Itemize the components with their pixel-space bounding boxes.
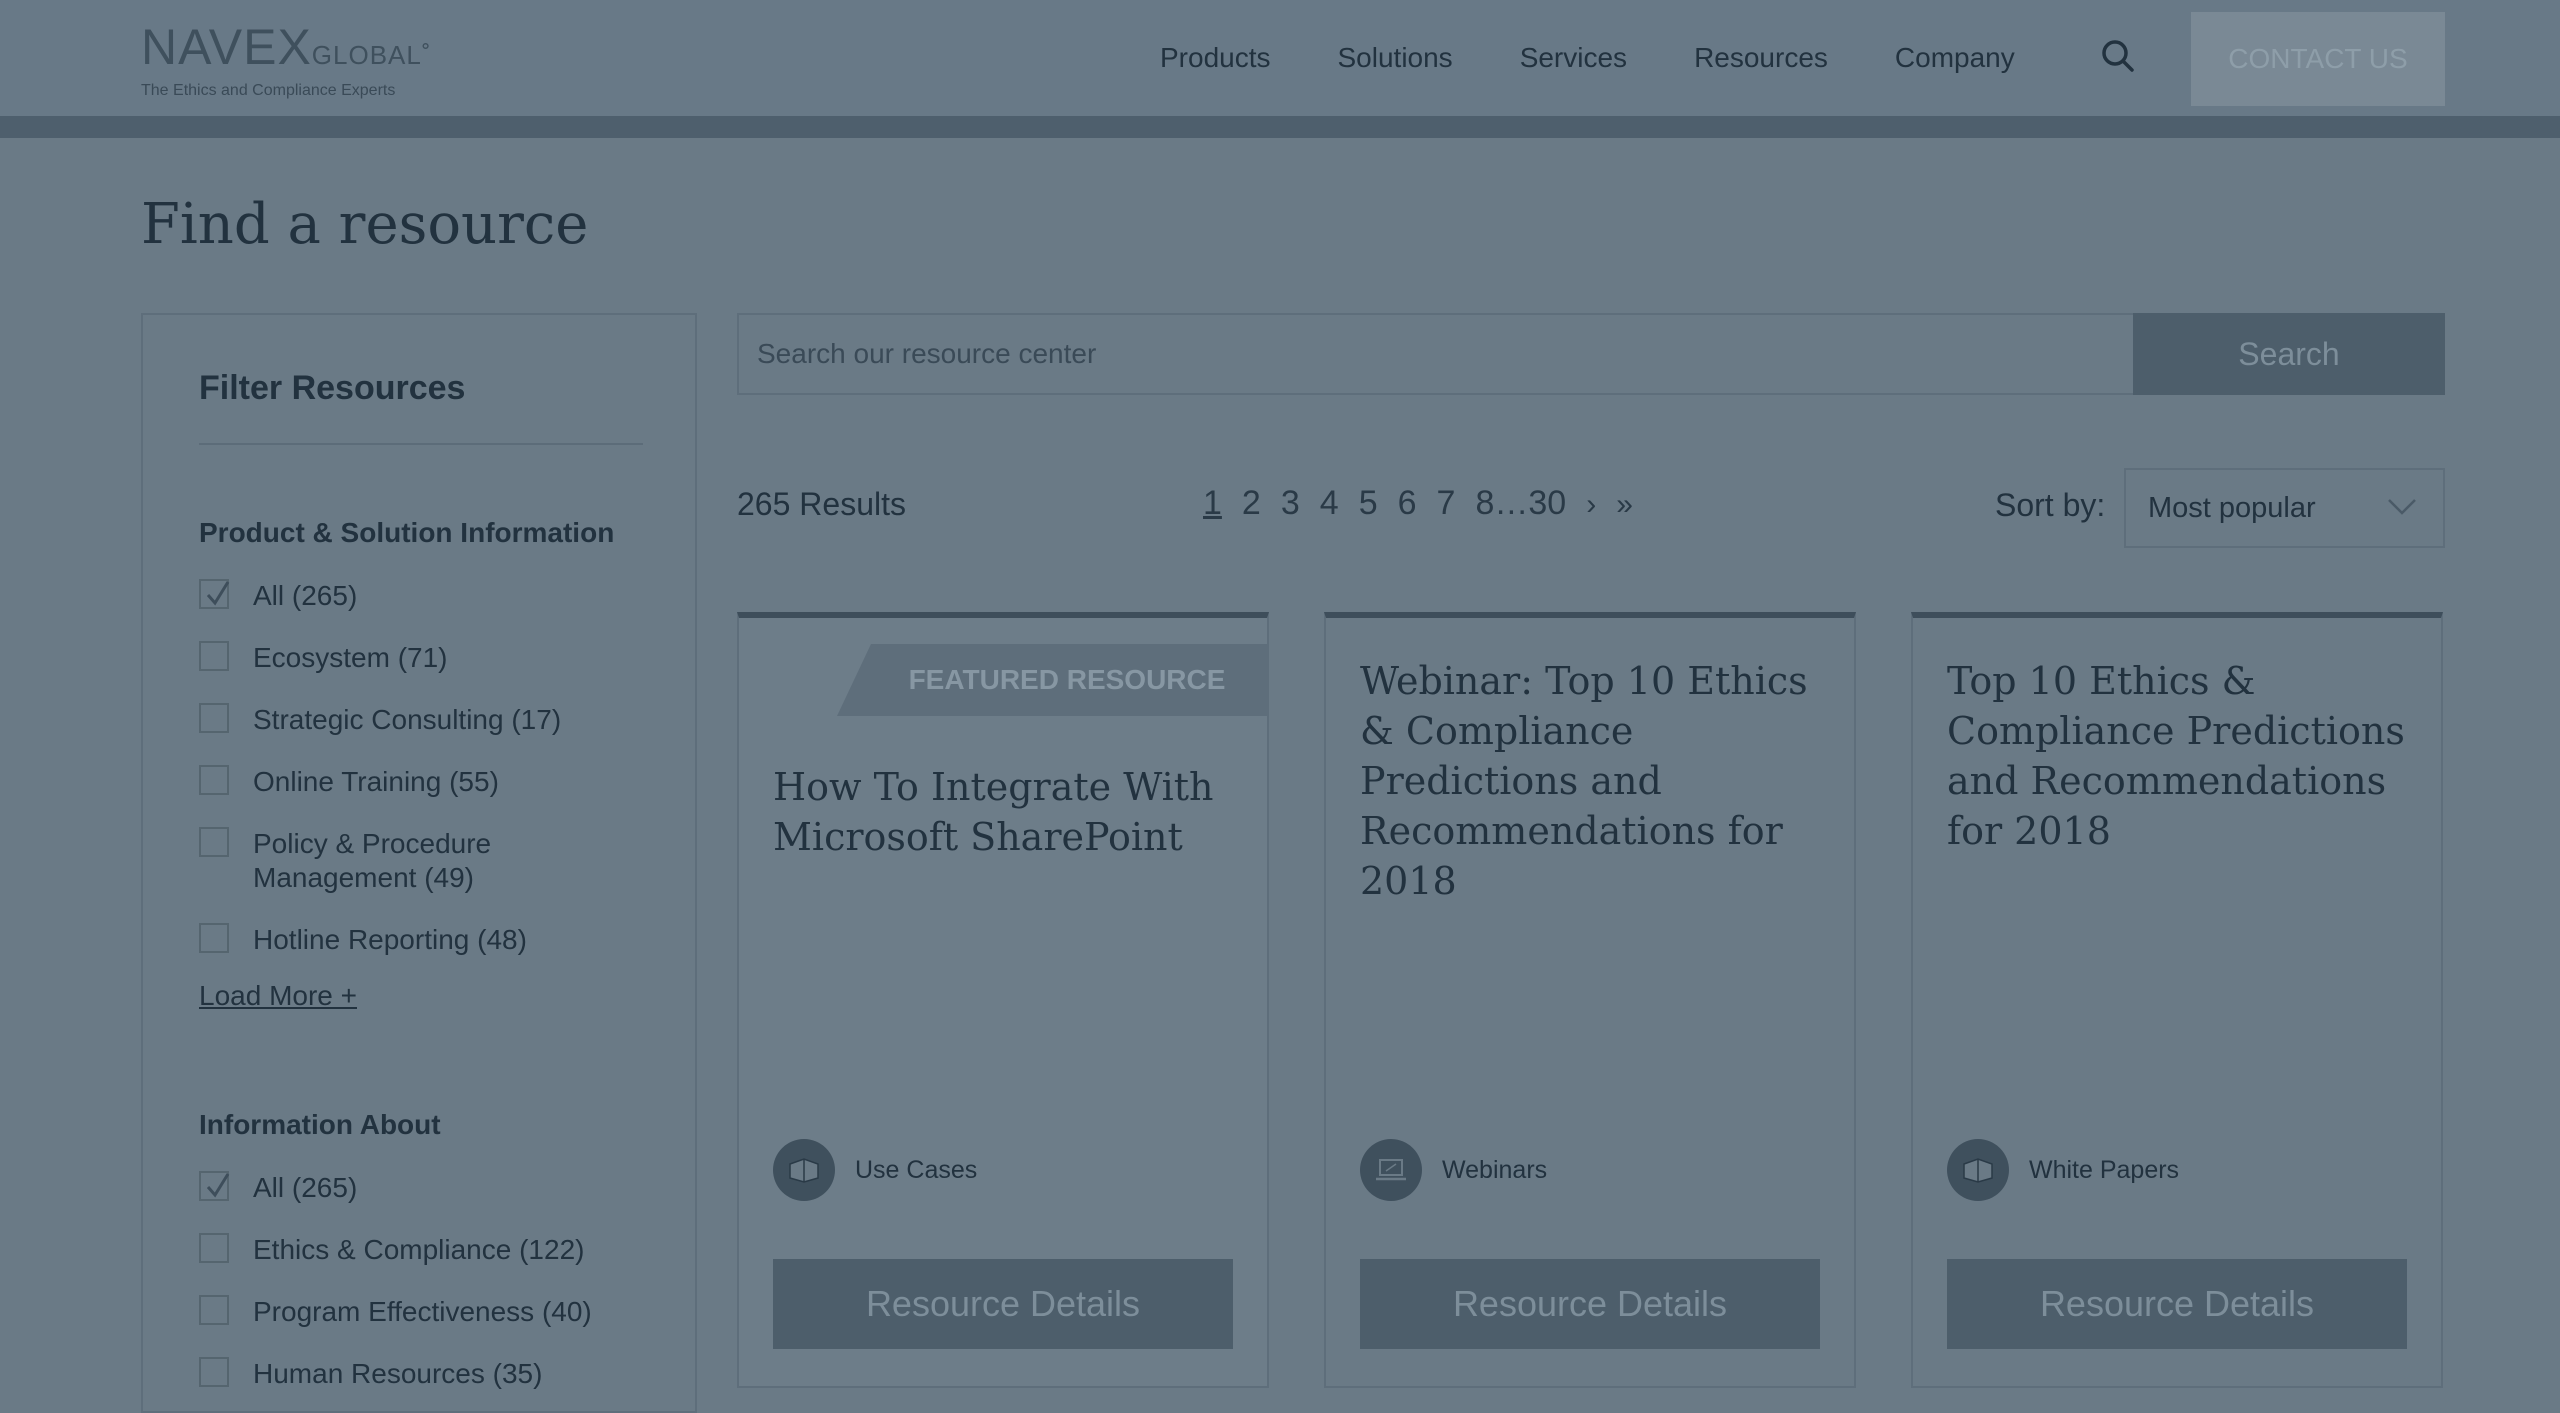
resource-card: FEATURED RESOURCE How To Integrate With … bbox=[737, 612, 1269, 1388]
page-1-link[interactable]: 1 bbox=[1203, 484, 1222, 523]
card-title[interactable]: How To Integrate With Microsoft SharePoi… bbox=[773, 762, 1233, 862]
filter-option-program-effectiveness[interactable]: Program Effectiveness (40) bbox=[199, 1295, 593, 1329]
filter-option-ethics-compliance[interactable]: Ethics & Compliance (122) bbox=[199, 1233, 593, 1267]
book-icon bbox=[1947, 1139, 2009, 1201]
filter-option-hotline-reporting[interactable]: Hotline Reporting (48) bbox=[199, 923, 593, 957]
nav-products[interactable]: Products bbox=[1160, 36, 1271, 80]
checkmark-icon bbox=[206, 1173, 230, 1198]
navex-logo[interactable]: NAVEXGLOBAL˚ The Ethics and Compliance E… bbox=[141, 22, 432, 100]
checkbox[interactable] bbox=[199, 703, 229, 733]
filter-option-label: Online Training (55) bbox=[253, 766, 499, 797]
checkbox[interactable] bbox=[199, 1233, 229, 1263]
last-page-link[interactable]: » bbox=[1616, 488, 1633, 522]
card-type: Use Cases bbox=[773, 1139, 977, 1201]
filter-option-label: All (265) bbox=[253, 1172, 358, 1203]
card-title[interactable]: Webinar: Top 10 Ethics & Compliance Pred… bbox=[1360, 656, 1820, 906]
filter-title: Filter Resources bbox=[199, 369, 466, 407]
filter-option-label: Program Effectiveness (40) bbox=[253, 1296, 592, 1327]
card-type: White Papers bbox=[1947, 1139, 2179, 1201]
filter-option-all-topics[interactable]: All (265) bbox=[199, 1171, 593, 1205]
filter-option-label: Strategic Consulting (17) bbox=[253, 704, 562, 735]
card-type-label: White Papers bbox=[2029, 1155, 2180, 1184]
sort-label: Sort by: bbox=[1995, 487, 2106, 523]
site-header: NAVEXGLOBAL˚ The Ethics and Compliance E… bbox=[0, 0, 2560, 116]
pagination: 1 2 3 4 5 6 7 8…30 › » bbox=[1203, 484, 1653, 523]
next-page-link[interactable]: › bbox=[1586, 488, 1596, 522]
logo-tagline: The Ethics and Compliance Experts bbox=[141, 82, 396, 99]
sort-selected-value: Most popular bbox=[2148, 492, 2316, 524]
laptop-icon bbox=[1360, 1139, 1422, 1201]
checkbox[interactable] bbox=[199, 923, 229, 953]
page-3-link[interactable]: 3 bbox=[1281, 484, 1300, 523]
sort-dropdown[interactable]: Most popular bbox=[2124, 468, 2445, 548]
checkbox-checked[interactable] bbox=[199, 579, 230, 609]
checkbox[interactable] bbox=[199, 765, 229, 795]
contact-us-button[interactable]: CONTACT US bbox=[2191, 12, 2445, 106]
filter-option-label: All (265) bbox=[253, 580, 358, 611]
filter-option-policy-procedure[interactable]: Policy & Procedure Management (49) bbox=[199, 827, 593, 895]
featured-badge: FEATURED RESOURCE bbox=[837, 644, 1267, 716]
page-5-link[interactable]: 5 bbox=[1359, 484, 1378, 523]
resource-details-button[interactable]: Resource Details bbox=[1360, 1259, 1820, 1349]
page-7-link[interactable]: 7 bbox=[1437, 484, 1456, 523]
book-icon bbox=[773, 1139, 835, 1201]
logo-main-text: NAVEX bbox=[141, 19, 312, 75]
filter-group-title: Information About bbox=[199, 1109, 441, 1140]
filter-option-label: Ecosystem (71) bbox=[253, 642, 448, 673]
filter-option-label: Ethics & Compliance (122) bbox=[253, 1234, 585, 1265]
filter-option-label: Hotline Reporting (48) bbox=[253, 924, 527, 955]
filter-option-label: Human Resources (35) bbox=[253, 1358, 543, 1389]
nav-solutions[interactable]: Solutions bbox=[1338, 36, 1453, 80]
logo-global-text: GLOBAL bbox=[311, 40, 422, 70]
card-type: Webinars bbox=[1360, 1139, 1547, 1201]
search-button[interactable]: Search bbox=[2133, 313, 2445, 395]
filter-option-label: Policy & Procedure Management (49) bbox=[253, 828, 492, 893]
nav-company[interactable]: Company bbox=[1895, 36, 2015, 80]
logo-wordmark: NAVEXGLOBAL˚ bbox=[141, 22, 432, 80]
filter-sidebar: Filter Resources Product & Solution Info… bbox=[141, 313, 697, 1413]
page-range-link[interactable]: 8…30 bbox=[1475, 484, 1566, 523]
checkbox[interactable] bbox=[199, 1357, 229, 1387]
resource-card: Top 10 Ethics & Compliance Predictions a… bbox=[1911, 612, 2443, 1388]
chevron-down-icon bbox=[2388, 499, 2416, 515]
nav-resources[interactable]: Resources bbox=[1694, 36, 1828, 80]
filter-option-human-resources[interactable]: Human Resources (35) bbox=[199, 1357, 593, 1391]
search-icon[interactable] bbox=[2100, 38, 2140, 78]
checkbox[interactable] bbox=[199, 641, 229, 671]
results-count: 265 Results bbox=[737, 486, 906, 522]
filter-divider bbox=[199, 443, 643, 445]
checkbox-checked[interactable] bbox=[199, 1171, 230, 1201]
search-input[interactable] bbox=[739, 315, 2133, 393]
resource-search-bar: Search bbox=[737, 313, 2445, 395]
load-more-link[interactable]: Load More + bbox=[199, 980, 357, 1012]
page-2-link[interactable]: 2 bbox=[1242, 484, 1261, 523]
card-type-label: Use Cases bbox=[855, 1155, 978, 1184]
page-4-link[interactable]: 4 bbox=[1320, 484, 1339, 523]
checkbox[interactable] bbox=[199, 827, 229, 857]
header-divider-bar bbox=[0, 116, 2560, 138]
main-nav: Products Solutions Services Resources Co… bbox=[1160, 36, 2082, 80]
resource-card: Webinar: Top 10 Ethics & Compliance Pred… bbox=[1324, 612, 1856, 1388]
nav-services[interactable]: Services bbox=[1520, 36, 1627, 80]
filter-group-title: Product & Solution Information bbox=[199, 517, 615, 548]
filter-option-strategic-consulting[interactable]: Strategic Consulting (17) bbox=[199, 703, 593, 737]
logo-registered-mark: ˚ bbox=[421, 40, 432, 70]
filter-option-all-products[interactable]: All (265) bbox=[199, 579, 593, 613]
checkbox[interactable] bbox=[199, 1295, 229, 1325]
card-type-label: Webinars bbox=[1442, 1155, 1548, 1184]
filter-option-online-training[interactable]: Online Training (55) bbox=[199, 765, 593, 799]
page-title: Find a resource bbox=[141, 192, 589, 257]
resource-details-button[interactable]: Resource Details bbox=[1947, 1259, 2407, 1349]
checkmark-icon bbox=[206, 581, 230, 606]
filter-option-ecosystem[interactable]: Ecosystem (71) bbox=[199, 641, 593, 675]
card-title[interactable]: Top 10 Ethics & Compliance Predictions a… bbox=[1947, 656, 2407, 856]
resource-details-button[interactable]: Resource Details bbox=[773, 1259, 1233, 1349]
page-6-link[interactable]: 6 bbox=[1398, 484, 1417, 523]
